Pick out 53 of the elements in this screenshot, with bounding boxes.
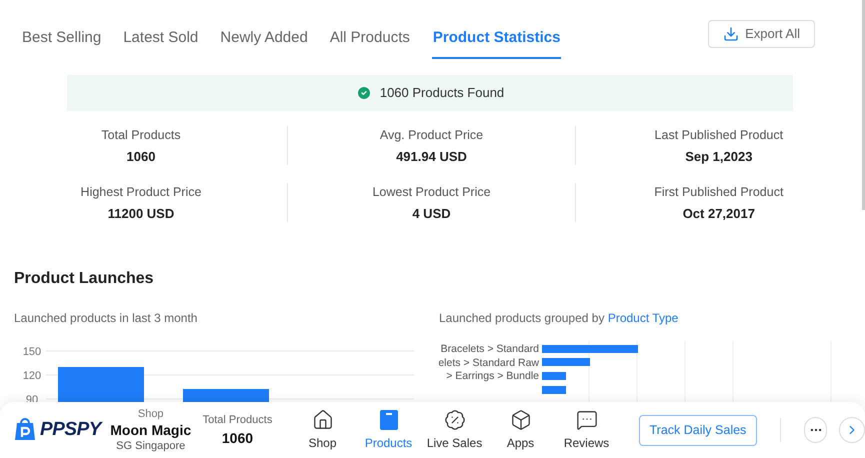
tab[interactable]: Latest Sold: [123, 26, 198, 59]
shop-country: SG Singapore: [116, 439, 186, 453]
nav-item[interactable]: Shop: [292, 408, 353, 452]
nav-icon: [510, 408, 532, 430]
tab[interactable]: All Products: [330, 26, 410, 59]
nav-item[interactable]: Apps: [490, 408, 551, 452]
nav-item[interactable]: Live Sales: [424, 408, 485, 452]
stat-value: 1060: [126, 149, 156, 165]
check-icon: [356, 85, 372, 101]
stat-label: Highest Product Price: [80, 184, 202, 201]
nav-icon: [444, 408, 466, 430]
shop-name: Moon Magic: [110, 421, 192, 439]
stat-label: Last Published Product: [654, 127, 784, 144]
category-label: Bracelets > Standard: [440, 343, 539, 356]
product-type-link[interactable]: Product Type: [608, 311, 678, 325]
stat-value: 4 USD: [412, 206, 451, 222]
download-icon: [723, 26, 740, 42]
export-button[interactable]: Export All: [708, 20, 815, 48]
nav-icon: [576, 408, 598, 430]
more-button[interactable]: [804, 417, 828, 443]
product-icon: [378, 408, 399, 430]
total-caption: Total Products: [202, 412, 272, 428]
chart-subtitle: Launched products in last 3 month: [14, 310, 198, 327]
stat-label: Total Products: [101, 127, 181, 144]
axis-tick-label: 150: [22, 346, 42, 358]
next-button[interactable]: [839, 417, 865, 443]
tab[interactable]: Newly Added: [220, 26, 308, 59]
nav-item[interactable]: Reviews: [556, 408, 617, 452]
total-value: 1060: [222, 428, 254, 448]
chart-subtitle: Launched products grouped by Product Type: [439, 310, 680, 327]
stat-label: Lowest Product Price: [372, 184, 491, 201]
nav-icon: [312, 408, 334, 430]
stat-value: 491.94 USD: [396, 149, 467, 165]
stat-value: Oct 27,2017: [682, 206, 755, 222]
category-label: > Earrings > Bundle: [446, 370, 539, 384]
track-daily-sales-button[interactable]: Track Daily Sales: [638, 414, 758, 446]
tab[interactable]: Product Statistics: [432, 26, 562, 59]
section-title: Product Launches: [14, 269, 155, 289]
stat-value: 11200 USD: [108, 206, 174, 222]
shop-caption: Shop: [138, 407, 164, 421]
axis-tick-label: 120: [22, 370, 42, 382]
category-label: elets > Standard Raw: [439, 356, 539, 370]
stat-label: First Published Product: [654, 184, 784, 201]
chart-bar: [542, 386, 566, 394]
bag-logo-icon: [14, 418, 36, 442]
stat-label: Avg. Product Price: [380, 127, 484, 144]
chart-bar: [542, 358, 590, 366]
nav-item[interactable]: Products: [358, 408, 419, 452]
chart-bar: [542, 372, 566, 380]
tab[interactable]: Best Selling: [22, 26, 102, 59]
result-count: 1060 Products Found: [380, 84, 504, 102]
brand-logo: PPSPY: [40, 418, 101, 442]
stat-value: Sep 1,2023: [685, 149, 752, 165]
